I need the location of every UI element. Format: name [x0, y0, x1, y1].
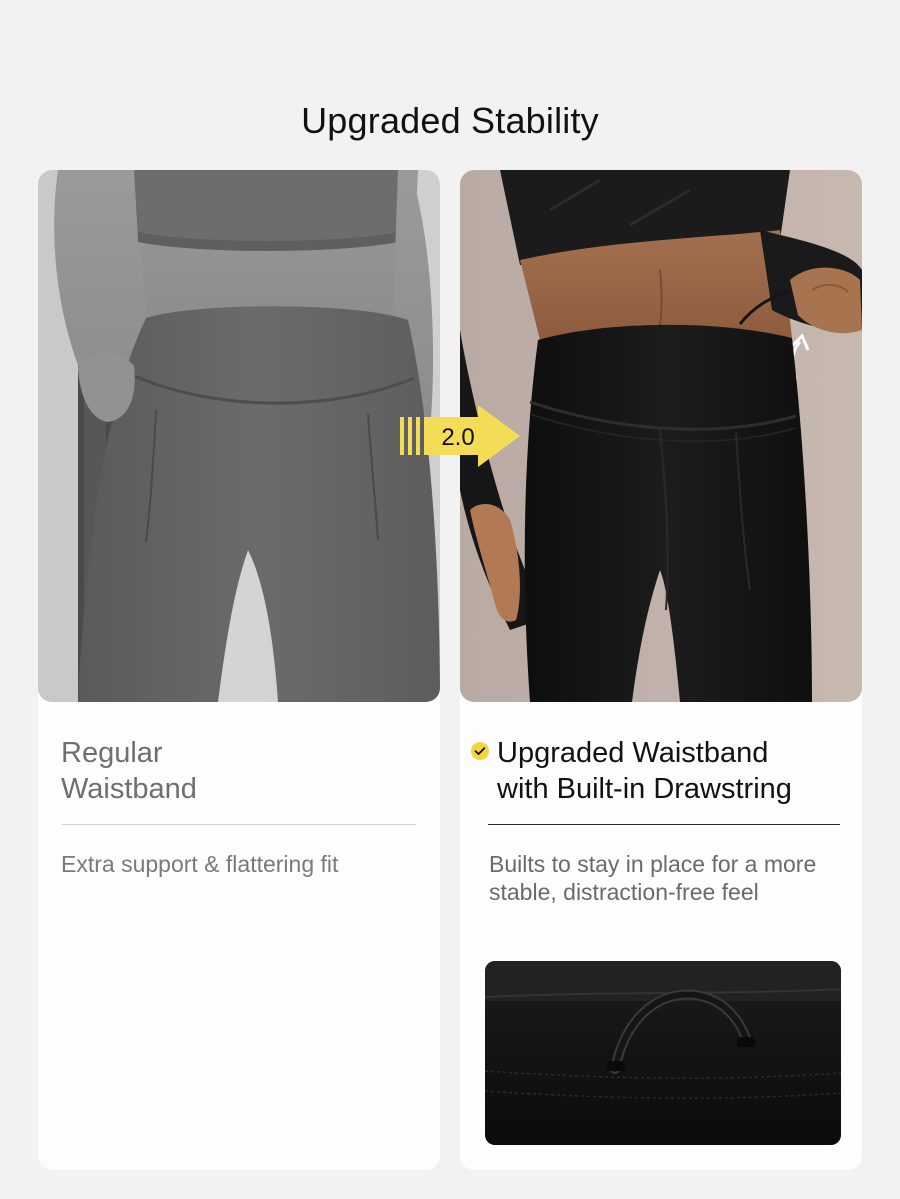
left-card-divider: [62, 824, 416, 825]
upgraded-waistband-description: Builts to stay in place for a more stabl…: [489, 851, 817, 905]
upgraded-waistband-card: Upgraded Waistband with Built-in Drawstr…: [460, 170, 862, 1170]
check-circle-icon: [471, 742, 489, 760]
regular-waistband-photo: [38, 170, 440, 702]
badge-label: 2.0: [441, 424, 475, 451]
drawstring-closeup-photo: [485, 961, 841, 1145]
page-title: Upgraded Stability: [301, 100, 599, 141]
regular-waistband-description: Extra support & flattering fit: [61, 851, 339, 877]
regular-waistband-heading: Regular Waistband: [61, 737, 197, 805]
version-badge: 2.0: [398, 405, 538, 475]
regular-waistband-card: Regular Waistband Extra support & flatte…: [38, 170, 440, 1170]
upgraded-waistband-heading: Upgraded Waistband with Built-in Drawstr…: [497, 737, 792, 805]
right-card-divider: [488, 824, 840, 825]
